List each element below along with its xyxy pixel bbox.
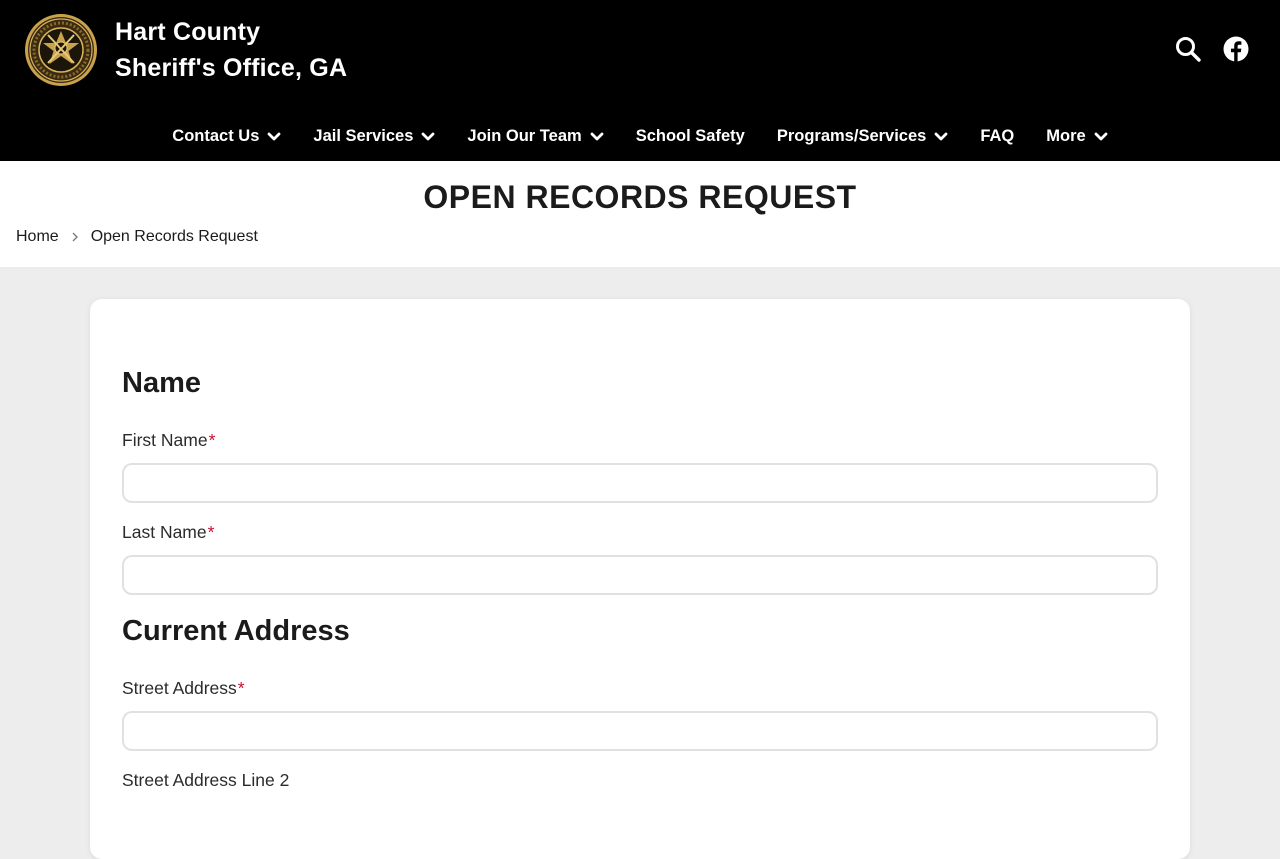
search-button[interactable] <box>1174 34 1202 64</box>
nav-item-join-our-team[interactable]: Join Our Team <box>451 112 619 161</box>
required-mark: * <box>208 430 216 450</box>
nav-item-label: FAQ <box>980 127 1015 145</box>
last-name-label-text: Last Name <box>122 522 207 542</box>
chevron-right-icon <box>72 232 78 242</box>
nav-item-contact-us[interactable]: Contact Us <box>156 112 297 161</box>
required-mark: * <box>207 522 215 542</box>
chevron-down-icon <box>590 132 604 140</box>
chevron-down-icon <box>267 132 281 140</box>
street-address-line-2-label-text: Street Address Line 2 <box>122 770 290 790</box>
search-icon <box>1176 37 1201 62</box>
header-icons <box>1174 34 1250 64</box>
facebook-link[interactable] <box>1222 34 1250 64</box>
first-name-input[interactable] <box>122 463 1158 503</box>
nav-item-label: School Safety <box>635 127 745 145</box>
nav-item-label: Jail Services <box>313 127 414 145</box>
page-title-band: OPEN RECORDS REQUEST Home Open Records R… <box>0 161 1280 267</box>
chevron-down-icon <box>934 132 948 140</box>
street-address-line-2-label: Street Address Line 2 <box>122 770 289 791</box>
main-nav: Contact Us Jail Services Join Our Team S… <box>0 112 1280 161</box>
breadcrumb-current: Open Records Request <box>90 228 258 245</box>
required-mark: * <box>237 678 245 698</box>
first-name-label: First Name* <box>122 430 215 451</box>
nav-item-programs-services[interactable]: Programs/Services <box>761 112 965 161</box>
section-heading-name: Name <box>122 367 201 399</box>
nav-item-label: More <box>1046 127 1086 145</box>
page-title: OPEN RECORDS REQUEST <box>423 179 857 215</box>
chevron-down-icon <box>1094 132 1108 140</box>
site-title-line-1: Hart County <box>115 18 261 46</box>
last-name-label: Last Name* <box>122 522 214 543</box>
nav-item-label: Programs/Services <box>776 127 927 145</box>
facebook-icon <box>1223 36 1249 62</box>
street-address-label-text: Street Address <box>122 678 237 698</box>
first-name-label-text: First Name <box>122 430 208 450</box>
records-request-form: Name First Name* Last Name* Current Addr… <box>90 299 1190 859</box>
site-title: Hart County Sheriff's Office, GA <box>115 14 347 86</box>
sheriff-seal-icon <box>25 14 97 86</box>
chevron-down-icon <box>421 132 435 140</box>
street-address-input[interactable] <box>122 711 1158 751</box>
nav-item-label: Join Our Team <box>467 127 582 145</box>
site-title-line-2: Sheriff's Office, GA <box>115 54 348 82</box>
home-logo-link[interactable]: Hart County Sheriff's Office, GA <box>0 0 380 110</box>
street-address-label: Street Address* <box>122 678 245 699</box>
nav-item-school-safety[interactable]: School Safety <box>620 112 761 161</box>
breadcrumb-home-link[interactable]: Home <box>16 228 59 246</box>
section-heading-current-address: Current Address <box>122 615 350 647</box>
nav-item-jail-services[interactable]: Jail Services <box>297 112 451 161</box>
site-header: Hart County Sheriff's Office, GA Contact… <box>0 0 1280 161</box>
nav-item-label: Contact Us <box>172 127 260 145</box>
breadcrumb: Home Open Records Request <box>16 228 258 246</box>
nav-item-faq[interactable]: FAQ <box>964 112 1030 161</box>
last-name-input[interactable] <box>122 555 1158 595</box>
nav-item-more[interactable]: More <box>1030 112 1123 161</box>
